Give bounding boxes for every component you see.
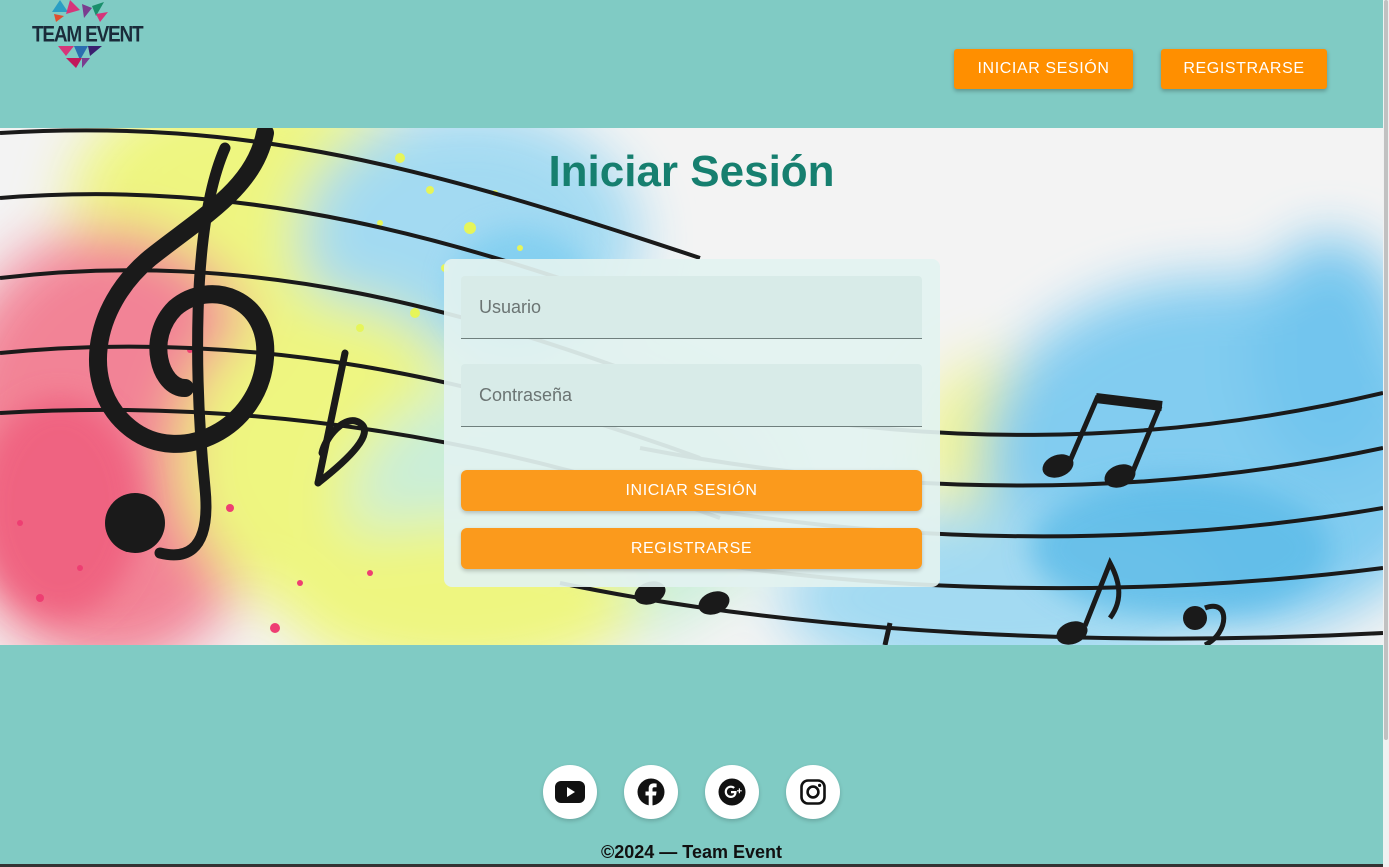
nav-login-button[interactable]: INICIAR SESIÓN — [954, 49, 1133, 89]
login-button[interactable]: INICIAR SESIÓN — [461, 470, 922, 511]
password-input[interactable] — [461, 364, 922, 426]
social-links — [543, 765, 843, 819]
youtube-icon[interactable] — [543, 765, 597, 819]
scrollbar-thumb[interactable] — [1384, 0, 1388, 740]
password-field[interactable] — [461, 364, 922, 427]
hero-section: Iniciar Sesión INICIAR SESIÓN REGISTRARS… — [0, 128, 1383, 645]
logo-text: TEAM EVENT — [32, 23, 144, 48]
login-card: INICIAR SESIÓN REGISTRARSE — [444, 259, 940, 587]
google-plus-icon[interactable] — [705, 765, 759, 819]
scrollbar[interactable] — [1383, 0, 1389, 867]
username-input[interactable] — [461, 276, 922, 338]
register-button[interactable]: REGISTRARSE — [461, 528, 922, 569]
copyright-text: ©2024 — Team Event — [600, 842, 782, 862]
instagram-icon[interactable] — [786, 765, 840, 819]
username-field[interactable] — [461, 276, 922, 339]
facebook-icon[interactable] — [624, 765, 678, 819]
header: TEAM EVENT INICIAR SESIÓN REGISTRARSE — [0, 0, 1383, 128]
logo[interactable]: TEAM EVENT — [30, 0, 144, 70]
page-title: Iniciar Sesión — [548, 147, 835, 196]
nav-register-button[interactable]: REGISTRARSE — [1161, 49, 1327, 89]
